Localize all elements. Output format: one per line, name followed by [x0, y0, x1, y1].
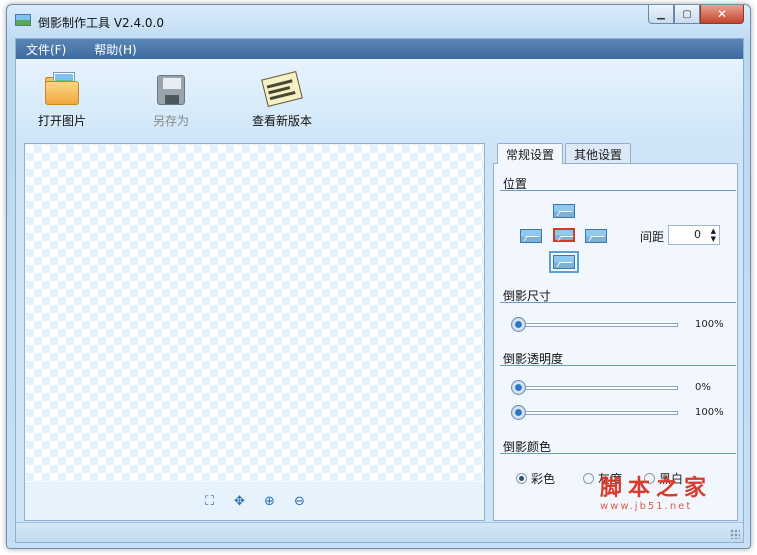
- menu-help[interactable]: 帮助(H): [94, 41, 136, 58]
- slider-track: [518, 323, 678, 327]
- position-bottom-icon[interactable]: [549, 251, 579, 273]
- settings-tabs: 常规设置 其他设置: [497, 143, 633, 164]
- close-button[interactable]: ✕: [700, 5, 744, 24]
- opacity-start-value: 0%: [695, 382, 711, 393]
- settings-panel: 常规设置 其他设置 位置 间距 0 ▲ ▼ 倒影尺寸 100% 倒影透明度 0%…: [493, 143, 738, 521]
- zoom-in-icon[interactable]: ⊕: [262, 493, 278, 509]
- status-bar: [16, 522, 743, 542]
- watermark-text: 脚本之家: [600, 475, 713, 501]
- caption-buttons: ▁ ▢ ✕: [648, 5, 744, 24]
- zoom-toolbar: ⛶ ✥ ⊕ ⊖: [25, 482, 484, 520]
- menu-bar: 文件(F) 帮助(H): [16, 39, 743, 59]
- spacing-spinner[interactable]: 0 ▲ ▼: [668, 225, 720, 245]
- open-image-button[interactable]: 打开图片: [38, 59, 86, 129]
- tab-other[interactable]: 其他设置: [565, 143, 632, 163]
- fit-window-icon[interactable]: ⛶: [202, 493, 218, 509]
- minimize-icon: ▁: [657, 8, 665, 20]
- position-top-icon[interactable]: [553, 204, 575, 218]
- app-window: 倒影制作工具 V2.4.0.0 ▁ ▢ ✕ 文件(F) 帮助(H) 打开图片 另…: [6, 4, 751, 549]
- title-bar[interactable]: 倒影制作工具 V2.4.0.0 ▁ ▢ ✕: [7, 5, 750, 35]
- divider: [500, 190, 736, 191]
- app-icon: [15, 14, 31, 26]
- position-left-icon[interactable]: [520, 229, 542, 243]
- slider-thumb[interactable]: [511, 380, 526, 395]
- save-disk-icon: [151, 71, 191, 107]
- opacity-end-value: 100%: [695, 407, 724, 418]
- watermark-logo: 脚本之家 www.jb51.net: [600, 470, 740, 514]
- check-version-label: 查看新版本: [252, 114, 313, 128]
- spinner-arrows-icon[interactable]: ▲ ▼: [711, 227, 716, 243]
- divider: [500, 453, 736, 454]
- radio-label: 彩色: [531, 472, 556, 486]
- save-as-button[interactable]: 另存为: [151, 59, 191, 129]
- close-icon: ✕: [716, 7, 728, 21]
- open-image-label: 打开图片: [38, 114, 87, 128]
- resize-grip-icon[interactable]: [730, 529, 740, 539]
- opacity-end-slider[interactable]: [511, 405, 678, 420]
- position-right-icon[interactable]: [585, 229, 607, 243]
- divider: [500, 365, 736, 366]
- menu-file[interactable]: 文件(F): [26, 41, 66, 58]
- maximize-button[interactable]: ▢: [674, 5, 700, 24]
- radio-icon: [583, 473, 594, 484]
- watermark-url: www.jb51.net: [600, 501, 693, 512]
- tab-general[interactable]: 常规设置: [497, 143, 564, 164]
- divider: [500, 302, 736, 303]
- slider-track: [518, 411, 678, 415]
- client-area: 文件(F) 帮助(H) 打开图片 另存为 查看新版本 ⛶ ✥ ⊕ ⊖ 常规设置 …: [15, 38, 744, 543]
- slider-track: [518, 386, 678, 390]
- zoom-out-icon[interactable]: ⊖: [292, 493, 308, 509]
- preview-panel: ⛶ ✥ ⊕ ⊖: [24, 143, 485, 521]
- radio-icon: [516, 473, 527, 484]
- toolbar: 打开图片 另存为 查看新版本: [16, 59, 743, 139]
- actual-size-icon[interactable]: ✥: [232, 493, 248, 509]
- slider-thumb[interactable]: [511, 317, 526, 332]
- spacing-value: 0: [694, 228, 701, 241]
- size-slider[interactable]: [511, 317, 678, 332]
- minimize-button[interactable]: ▁: [648, 5, 674, 24]
- color-option-color[interactable]: 彩色: [516, 470, 555, 487]
- save-as-label: 另存为: [152, 114, 189, 128]
- window-title: 倒影制作工具 V2.4.0.0: [38, 16, 165, 30]
- slider-thumb[interactable]: [511, 405, 526, 420]
- open-folder-icon: [42, 71, 82, 107]
- preview-canvas[interactable]: [26, 145, 483, 483]
- general-settings: 位置 间距 0 ▲ ▼ 倒影尺寸 100% 倒影透明度 0% 100% 倒影颜色…: [493, 163, 738, 521]
- maximize-icon: ▢: [682, 8, 692, 20]
- newspaper-icon: [261, 71, 303, 107]
- check-version-button[interactable]: 查看新版本: [252, 59, 312, 129]
- size-value: 100%: [695, 319, 724, 330]
- opacity-start-slider[interactable]: [511, 380, 678, 395]
- spacing-label: 间距: [640, 230, 665, 244]
- position-center-icon[interactable]: [553, 228, 575, 242]
